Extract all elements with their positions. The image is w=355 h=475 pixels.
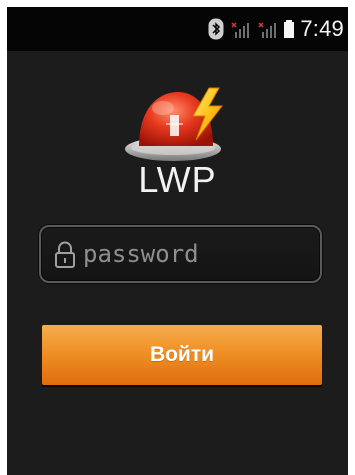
status-time: 7:49 (300, 16, 344, 41)
status-bar: 7:49 (7, 7, 348, 51)
app-logo: LWP (123, 82, 233, 212)
signal-no-service-icon (229, 18, 251, 40)
password-field[interactable] (39, 225, 322, 283)
app-screen: 7:49 LWP password Войти (7, 7, 348, 475)
battery-icon (283, 18, 295, 40)
lock-icon (53, 241, 77, 269)
password-input[interactable] (83, 234, 303, 274)
login-button[interactable]: Войти (42, 325, 322, 385)
siren-lightning-icon (124, 87, 223, 161)
signal-no-service-icon (256, 18, 278, 40)
status-icons: 7:49 (208, 7, 344, 51)
bluetooth-icon (208, 18, 224, 40)
device-frame: 7:49 LWP password Войти (0, 0, 355, 475)
app-title: LWP (138, 159, 217, 200)
